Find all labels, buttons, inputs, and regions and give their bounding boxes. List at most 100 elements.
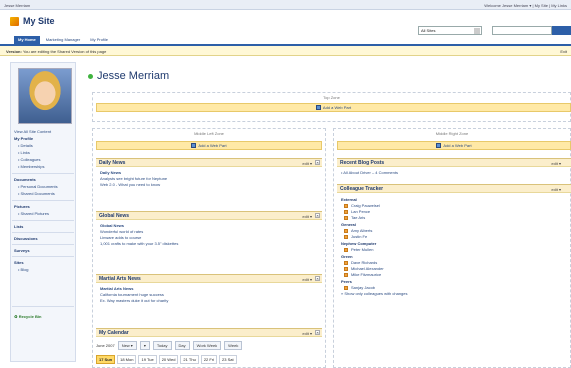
web-part-header: Recent Blog Posts edit ▾ [337,158,571,167]
nav-divider [12,232,74,233]
web-part-header: Colleague Tracker edit ▾ [337,184,571,193]
person-icon [344,229,348,233]
nav-shared-pictures[interactable]: • Shared Pictures [18,211,49,216]
edit-menu[interactable]: edit ▾ [302,277,312,282]
web-part-header: Daily News edit ▾ × [96,158,322,167]
add-web-part-left[interactable]: Add a Web Part [96,141,322,150]
calendar-day[interactable]: 17 Sun [96,354,116,364]
top-bar-user: Jesse Merriam [4,3,31,8]
calendar-day[interactable]: 23 Sat [219,354,237,364]
calendar-new-button[interactable]: New ▾ [117,341,137,350]
close-icon[interactable]: × [315,213,320,218]
web-part-title: Colleague Tracker [340,185,384,192]
nav-blog[interactable]: • Blog [18,267,29,272]
version-bar: Version: You are editing the Shared Vers… [0,46,571,56]
colleague-item[interactable]: Peter Mullen [341,247,567,253]
news-item[interactable]: Web 2.0 - What you need to know [100,182,318,188]
colleague-tracker-web-part: Colleague Tracker edit ▾ External Craig … [337,184,571,300]
my-calendar-web-part: My Calendar edit ▾ × [96,328,322,337]
tab-marketing-manager[interactable]: Marketing Manager [42,36,84,44]
nav-pictures[interactable]: Pictures [14,204,30,209]
person-icon [344,235,348,239]
calendar-day[interactable]: 20 Wed [158,354,179,364]
calendar-today-button[interactable]: Today [152,341,172,350]
nav-lists[interactable]: Lists [14,224,23,229]
martial-arts-news-web-part: Martial Arts News edit ▾ × Martial Arts … [96,274,322,307]
add-web-part-right[interactable]: Add a Web Part [337,141,571,150]
version-label: Version: [6,49,22,54]
exit-link[interactable]: Exit [560,49,567,54]
nav-divider [12,173,74,174]
calendar-day[interactable]: 21 Thu [180,354,199,364]
person-icon [344,216,348,220]
nav-colleagues[interactable]: • Colleagues [18,157,41,162]
middle-right-zone-label: Middle Right Zone [435,131,469,136]
edit-menu[interactable]: edit ▾ [551,187,561,192]
calendar-month: June 2007 [96,343,115,348]
person-icon [344,261,348,265]
nav-documents[interactable]: Documents [14,177,36,182]
edit-menu[interactable]: edit ▾ [302,331,312,336]
top-bar: Jesse Merriam Welcome Jesse Merriam ▾ | … [0,0,571,10]
web-part-title: My Calendar [99,329,129,336]
nav-details[interactable]: • Details [18,143,33,148]
recent-blog-posts-web-part: Recent Blog Posts edit ▾ • All About Dri… [337,158,571,179]
edit-menu[interactable]: edit ▾ [551,161,561,166]
calendar-actions-button[interactable]: ▾ [139,341,150,350]
colleague-item[interactable]: Justin Fe [341,234,567,240]
nav-shared-documents[interactable]: • Shared Documents [18,191,55,196]
middle-left-zone-label: Middle Left Zone [194,131,224,136]
news-item[interactable]: 1,001 crafts to make with your 3.5" disk… [100,241,318,247]
nav-divider [12,244,74,245]
add-web-part-icon [315,105,321,110]
edit-menu[interactable]: edit ▾ [302,214,312,219]
nav-links[interactable]: • Links [18,150,30,155]
close-icon[interactable]: × [315,330,320,335]
web-part-header: Global News edit ▾ × [96,211,322,220]
close-icon[interactable]: × [315,276,320,281]
recycle-bin-link[interactable]: ♻ Recycle Bin [14,314,41,319]
show-changed-colleagues-link[interactable]: » Show only colleagues with changes [341,291,567,297]
web-part-title: Daily News [99,159,126,166]
add-web-part-icon [436,143,442,148]
web-part-title: Global News [99,212,130,219]
owner-name: Jesse Merriam [97,70,170,82]
welcome-menu[interactable]: Welcome Jesse Merriam ▾ | My Site | My L… [484,3,567,8]
nav-my-profile[interactable]: My Profile [14,136,33,141]
close-icon[interactable]: × [315,160,320,165]
search-button[interactable] [552,26,571,35]
search-input[interactable] [492,26,552,35]
person-icon [344,286,348,290]
calendar-day-button[interactable]: Day [174,341,190,350]
nav-memberships[interactable]: • Memberships [18,164,45,169]
person-icon [344,267,348,271]
view-all-site-content-link[interactable]: View All Site Content [14,129,51,134]
site-logo-icon [10,16,19,26]
calendar-week-button[interactable]: Week [224,341,243,350]
chevron-down-icon [474,28,480,34]
web-part-header: Martial Arts News edit ▾ × [96,274,322,283]
nav-discussions[interactable]: Discussions [14,236,38,241]
calendar-work-week-button[interactable]: Work Week [192,341,222,350]
person-icon [344,248,348,252]
site-title-text: My Site [23,16,55,26]
site-title[interactable]: My Site [10,16,55,26]
news-item[interactable]: Ex. Way masters duke it out for charity [100,298,318,304]
search-scope-select[interactable]: All Sites [418,26,482,35]
tab-my-profile[interactable]: My Profile [86,36,112,44]
calendar-days: 17 Sun 18 Mon 19 Tue 20 Wed 21 Thu 22 Fr… [96,354,322,364]
nav-sites[interactable]: Sites [14,260,24,265]
nav-surveys[interactable]: Surveys [14,248,30,253]
nav-personal-documents[interactable]: • Personal Documents [18,184,58,189]
calendar-day[interactable]: 22 Fri [200,354,218,364]
colleague-item[interactable]: Mike Fitzmaurice [341,272,567,278]
version-text: You are editing the Shared Version of th… [22,49,107,54]
add-web-part-top[interactable]: Add a Web Part [96,103,571,112]
tab-my-home[interactable]: My Home [14,36,40,44]
blog-post-link[interactable]: • All About Driver – 4 Comments [341,170,567,176]
edit-menu[interactable]: edit ▾ [302,161,312,166]
person-icon [344,210,348,214]
calendar-day[interactable]: 19 Tue [138,354,157,364]
colleague-item[interactable]: Tae Aris [341,215,567,221]
calendar-day[interactable]: 18 Mon [117,354,137,364]
